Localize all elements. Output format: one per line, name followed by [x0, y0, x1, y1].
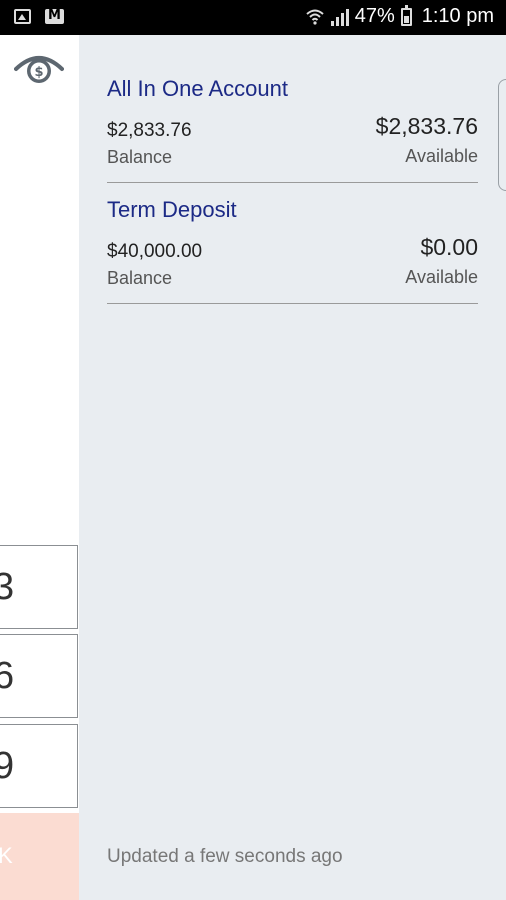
- notification-icons: [14, 9, 64, 24]
- status-right: 47% 1:10 pm: [305, 4, 494, 28]
- account-name: Term Deposit: [107, 197, 237, 222]
- account-item-all-in-one[interactable]: All In One Account $2,833.76 Balance $2,…: [107, 63, 478, 183]
- account-balance: $40,000.00: [107, 241, 203, 262]
- account-name: All In One Account: [107, 76, 288, 101]
- clock: 1:10 pm: [421, 5, 494, 27]
- keypad-key-label: 3: [0, 566, 15, 608]
- battery-icon: [400, 4, 412, 26]
- balance-label: Balance: [107, 147, 173, 167]
- account-available: $2,833.76: [375, 113, 478, 139]
- available-label: Available: [405, 146, 478, 166]
- keypad-key-label: 9: [0, 745, 15, 787]
- image-icon: [14, 9, 31, 24]
- panel-edge-handle[interactable]: [498, 79, 506, 191]
- gmail-icon: [45, 9, 64, 24]
- keypad-key-9[interactable]: 9: [0, 724, 78, 808]
- ok-button[interactable]: K: [0, 813, 79, 900]
- ok-button-label: K: [0, 843, 13, 868]
- account-item-term-deposit[interactable]: Term Deposit $40,000.00 Balance $0.00 Av…: [107, 184, 478, 304]
- account-available: $0.00: [420, 234, 478, 260]
- account-balance: $2,833.76: [107, 120, 192, 141]
- battery-percent: 47%: [354, 5, 395, 27]
- status-bar: 47% 1:10 pm: [0, 0, 506, 35]
- eye-dollar-icon[interactable]: $: [14, 51, 64, 87]
- keypad-key-6[interactable]: 6: [0, 634, 78, 718]
- balance-label: Balance: [107, 268, 173, 288]
- svg-text:$: $: [34, 65, 43, 80]
- accounts-panel: All In One Account $2,833.76 Balance $2,…: [79, 35, 506, 900]
- side-drawer: $ 3 6 9 K: [0, 35, 79, 900]
- updated-status-text: Updated a few seconds ago: [107, 846, 343, 867]
- available-label: Available: [405, 267, 478, 287]
- keypad-key-label: 6: [0, 655, 15, 697]
- keypad-key-3[interactable]: 3: [0, 545, 78, 629]
- wifi-icon: [306, 9, 324, 25]
- signal-icon: [330, 8, 349, 26]
